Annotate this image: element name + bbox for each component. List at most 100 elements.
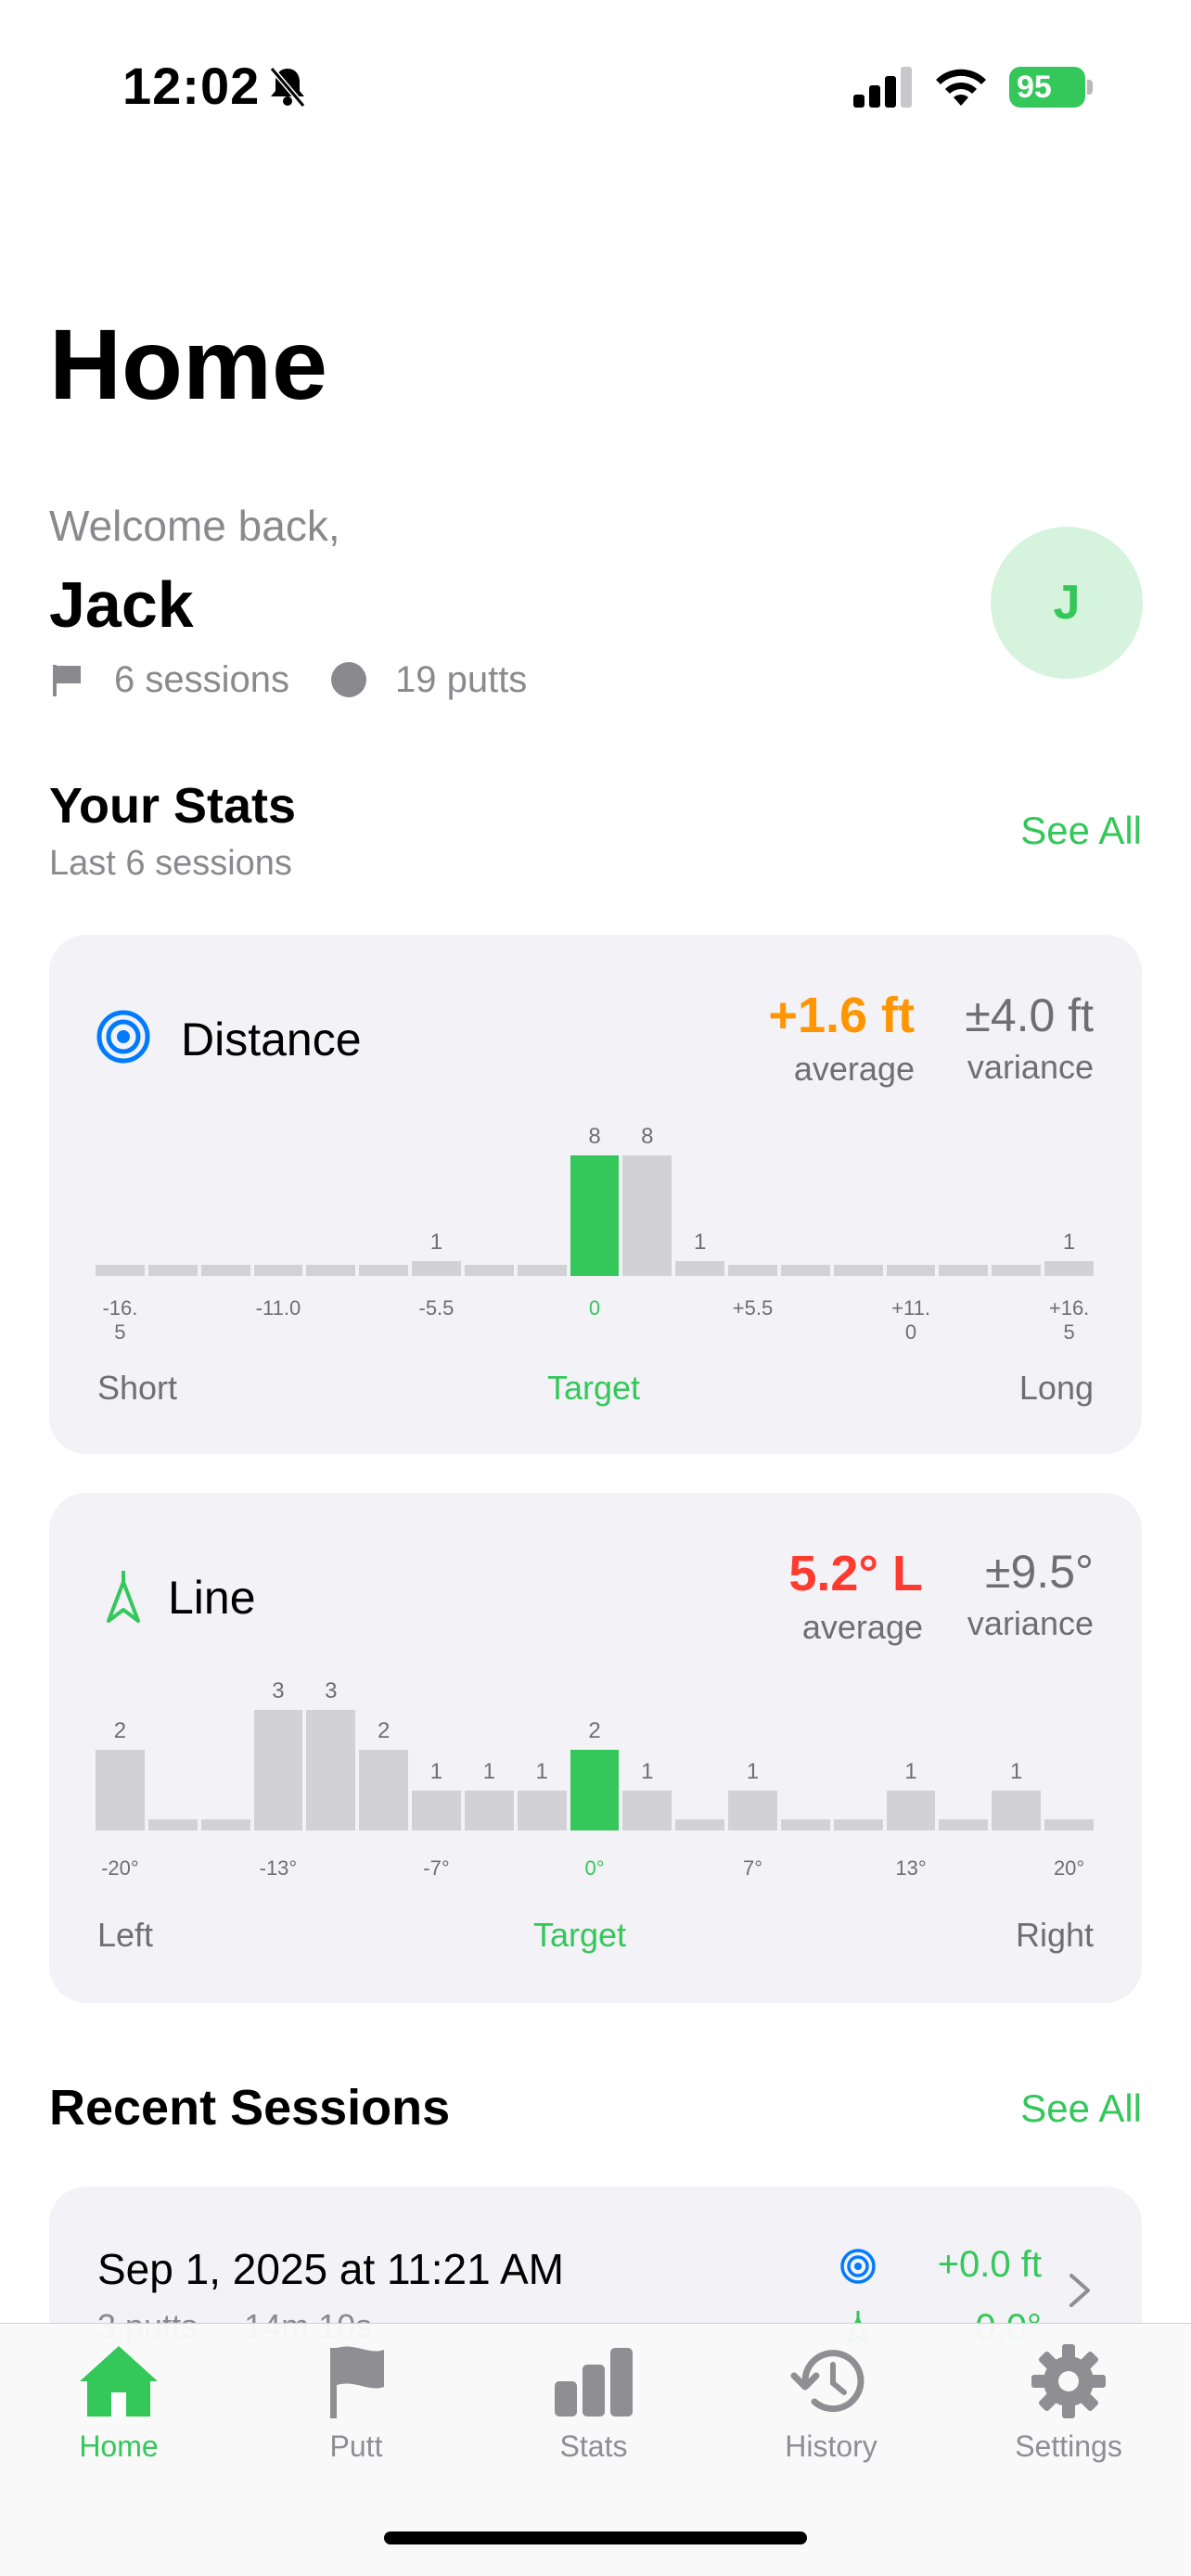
line-bar [675,1819,725,1830]
line-bar [1044,1819,1094,1830]
distance-average-value: +1.6 ft [768,988,915,1043]
distance-tick-label: -11.0 [255,1296,301,1320]
distance-short-label: Short [97,1369,178,1407]
line-bar [992,1790,1042,1830]
tab-home[interactable]: Home [26,2342,211,2481]
target-icon [840,2249,876,2284]
distance-bar [1044,1260,1094,1276]
distance-bar [464,1265,514,1276]
tab-history[interactable]: History [738,2342,924,2481]
distance-bar [728,1265,777,1276]
distance-axis-ticks: -16. 5 -11.0 -5.5 0 +5.5 +11. 0 +16. 5 [96,1296,1097,1352]
distance-tick-label: 0 [588,1296,601,1320]
line-tick-label: 20° [1053,1856,1085,1880]
line-card[interactable]: Line 5.2° L average ±9.5° variance 2 3 3 2 1… [49,1493,1142,2003]
distance-bar [359,1265,409,1276]
tab-stats-label: Stats [559,2429,628,2463]
wifi-icon [936,69,986,106]
avatar[interactable]: J [991,527,1143,679]
distance-long-label: Long [1018,1369,1094,1407]
line-right-label: Right [1015,1916,1094,1954]
distance-bar [517,1265,567,1276]
tab-stats[interactable]: Stats [501,2342,686,2481]
status-time: 12:02 [122,57,261,115]
distance-card[interactable]: Distance +1.6 ft average ±4.0 ft varianc… [49,935,1142,1454]
status-bar: 12:02 95 [0,0,1191,176]
distance-bar [570,1155,620,1276]
house-icon [80,2346,158,2417]
distance-bar-count: 1 [429,1229,443,1255]
flag-icon [330,2346,384,2418]
distance-bar [780,1265,830,1276]
line-variance-label: variance [967,1604,1094,1642]
distance-bar [306,1265,356,1276]
tab-putt[interactable]: Putt [263,2342,449,2481]
gear-icon [1031,2344,1106,2418]
distance-bar [147,1265,198,1276]
line-bar-count: 1 [746,1758,760,1784]
distance-tick-label: -16. 5 [102,1296,138,1344]
history-clock-icon [790,2350,864,2413]
line-bar [464,1790,514,1830]
line-variance-value: ±9.5° [985,1546,1094,1598]
distance-bar [833,1265,883,1276]
ball-icon [330,662,366,697]
tab-settings-label: Settings [1015,2429,1122,2463]
line-bar-count: 3 [325,1678,338,1703]
distance-tick-label: +5.5 [732,1296,774,1320]
line-tick-label: -20° [101,1856,139,1880]
tab-putt-label: Putt [329,2429,383,2463]
recent-see-all-link[interactable]: See All [1020,2086,1142,2131]
welcome-text: Welcome back, [49,502,340,550]
line-tick-label: 13° [895,1856,927,1880]
line-bar-count: 3 [272,1678,285,1703]
distance-histogram: 1 8 8 1 1 [96,1120,1097,1276]
distance-variance-label: variance [967,1048,1094,1086]
stats-see-all-link[interactable]: See All [1020,809,1142,853]
distance-bar [253,1265,303,1276]
distance-bar-count: 8 [588,1124,601,1149]
line-tick-label: -13° [259,1856,298,1880]
line-bar-count: 2 [588,1718,601,1744]
line-axis-ticks: -20° -13° -7° 0° 7° 13° 20° [96,1856,1097,1894]
session-distance: +0.0 ft [937,2244,1042,2285]
distance-bar [886,1265,936,1276]
line-average-value: 5.2° L [788,1546,923,1601]
distance-bar-count: 1 [693,1229,707,1255]
line-bar [412,1790,461,1830]
line-bar [200,1819,250,1830]
target-icon [96,1010,150,1064]
flag-icon [53,665,81,696]
tab-home-label: Home [79,2429,159,2463]
line-tick-label: -7° [423,1856,450,1880]
battery-indicator: 95 [1009,67,1093,108]
session-date: Sep 1, 2025 at 11:21 AM [97,2245,564,2293]
tab-history-label: History [785,2429,877,2463]
line-bar-count: 1 [1010,1758,1023,1784]
line-bar-count: 1 [535,1758,548,1784]
distance-bar [96,1265,145,1276]
line-bar [939,1819,989,1830]
distance-tick-label: +11. 0 [891,1296,930,1344]
line-bar [96,1750,145,1830]
line-bar [147,1819,198,1830]
tab-settings[interactable]: Settings [976,2342,1161,2481]
line-target-label: Target [533,1916,627,1954]
line-bar [517,1790,567,1830]
line-bar-count: 1 [429,1758,443,1784]
line-bar [622,1790,672,1830]
line-title: Line [168,1572,256,1624]
battery-level: 95 [1017,70,1052,105]
line-average-label: average [801,1608,923,1646]
distance-bar [939,1265,989,1276]
bar-chart-icon [555,2348,633,2417]
user-name: Jack [49,568,194,641]
stats-subtitle: Last 6 sessions [49,844,292,883]
line-bar [306,1710,356,1830]
home-indicator [384,2531,807,2544]
line-bar [886,1790,936,1830]
chevron-right-icon [1069,2274,1090,2307]
line-tick-label: 0° [584,1856,605,1880]
line-bar-count: 2 [377,1718,391,1744]
distance-title: Distance [181,1014,362,1065]
